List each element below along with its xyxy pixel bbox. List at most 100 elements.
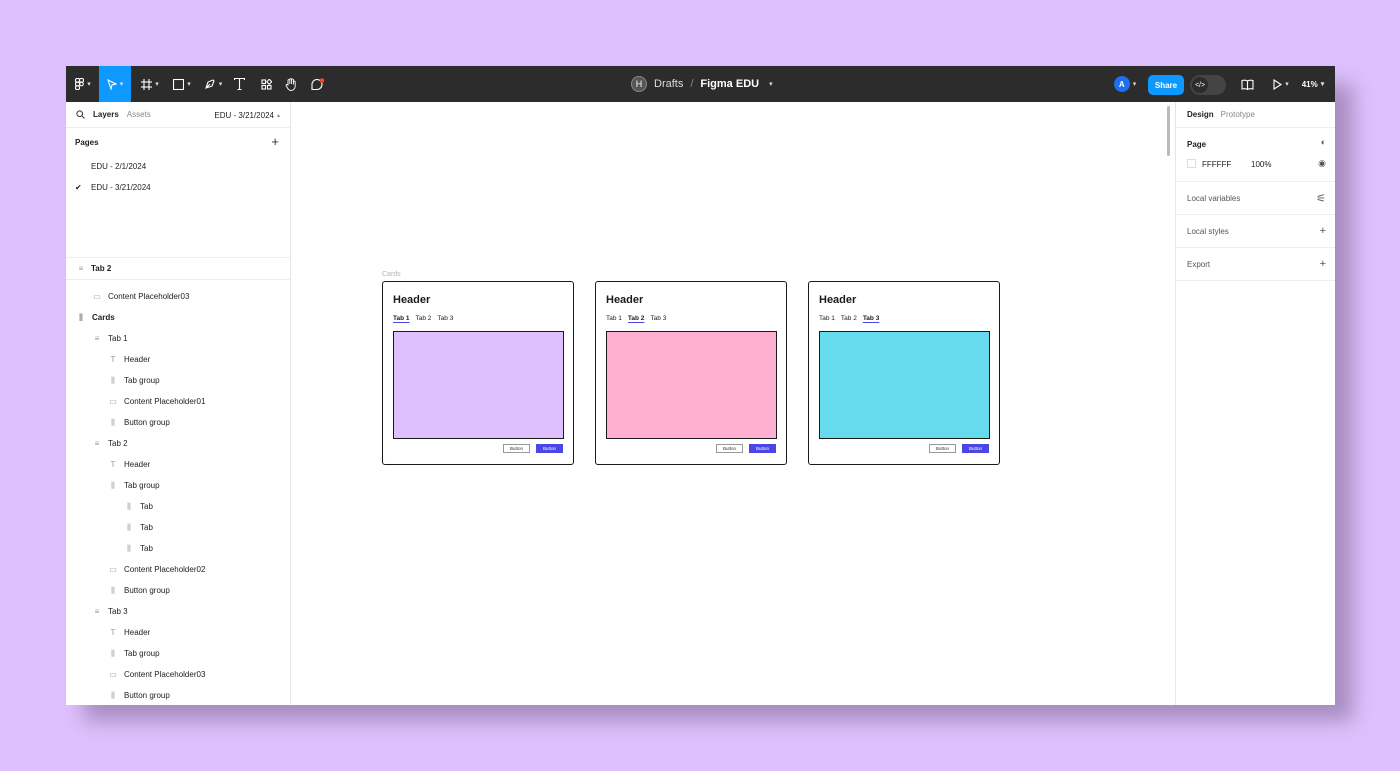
dev-mode-toggle[interactable]: </> — [1190, 75, 1226, 95]
card-header: Header — [819, 294, 857, 306]
primary-button[interactable]: Button — [536, 444, 563, 453]
card-tab[interactable]: Tab 2 — [416, 315, 432, 322]
avatar: A — [1113, 76, 1130, 92]
layer-item[interactable]: ▭ Content Placeholder03 — [66, 286, 189, 307]
layer-item[interactable]: ⫼ Tab group — [66, 475, 159, 496]
chevron-down-icon[interactable]: ▾ — [769, 80, 773, 88]
card-tab[interactable]: Tab 3 — [650, 315, 666, 322]
secondary-button[interactable]: Button — [503, 444, 530, 453]
card-tab[interactable]: Tab 1 — [819, 315, 835, 322]
layer-item[interactable]: ≡ Tab 2 — [66, 433, 128, 454]
auto-layout-vertical-icon: ≡ — [94, 439, 100, 448]
layer-item[interactable]: ▭ Content Placeholder02 — [66, 559, 205, 580]
tab-design[interactable]: Design — [1187, 110, 1214, 119]
resources-icon — [260, 78, 272, 90]
card-3[interactable]: Header Tab 1 Tab 2 Tab 3 Button Button — [808, 281, 1000, 465]
comment-button[interactable] — [309, 66, 327, 102]
canvas[interactable]: Cards Header Tab 1 Tab 2 Tab 3 Button Bu… — [291, 102, 1175, 705]
card-tab[interactable]: Tab 1 — [393, 315, 410, 322]
zoom-menu[interactable]: 41% ▾ — [1296, 66, 1330, 102]
user-menu[interactable]: A ▾ — [1110, 66, 1140, 102]
tab-prototype[interactable]: Prototype — [1221, 110, 1255, 119]
add-page-icon[interactable]: + — [271, 134, 279, 149]
layer-item[interactable]: ⫼ Tab — [66, 496, 153, 517]
breadcrumb-project[interactable]: Drafts — [654, 78, 683, 90]
content-placeholder — [819, 331, 990, 439]
frame-tool-button[interactable]: ▾ — [136, 66, 164, 102]
right-panel-tabs: Design Prototype — [1176, 102, 1335, 128]
layer-item[interactable]: ⫼ Button group — [66, 685, 170, 705]
export-label: Export — [1187, 259, 1211, 269]
breadcrumb-file-name[interactable]: Figma EDU — [700, 78, 759, 90]
layer-item[interactable]: ⫼ Tab — [66, 517, 153, 538]
selected-layer-header[interactable]: ≡ Tab 2 — [66, 257, 290, 280]
color-styles-icon[interactable]: ◐ — [1321, 137, 1326, 147]
layer-item[interactable]: ⫼ Tab — [66, 538, 153, 559]
team-avatar[interactable]: H — [631, 76, 647, 92]
card-tab-group: Tab 1 Tab 2 Tab 3 — [819, 315, 879, 322]
main-menu-button[interactable]: ▾ — [72, 66, 94, 102]
layer-label: Tab 2 — [108, 439, 128, 448]
move-tool-button[interactable]: ▾ — [99, 66, 131, 102]
resources-button[interactable] — [257, 66, 275, 102]
present-icon — [1273, 78, 1283, 90]
chevron-down-icon: ▾ — [218, 81, 223, 88]
page-item[interactable]: EDU - 2/1/2024 — [66, 156, 290, 177]
layer-label: Content Placeholder01 — [124, 397, 206, 406]
layer-item[interactable]: ⫼ Cards — [66, 307, 115, 328]
primary-button[interactable]: Button — [749, 444, 776, 453]
secondary-button[interactable]: Button — [929, 444, 956, 453]
color-swatch[interactable] — [1187, 159, 1196, 168]
chevron-down-icon: ▾ — [155, 81, 159, 88]
layer-item[interactable]: T Header — [66, 349, 151, 370]
current-page-label: EDU - 3/21/2024 — [214, 110, 274, 120]
shape-tool-button[interactable]: ▾ — [168, 66, 196, 102]
plus-icon[interactable]: + — [1320, 258, 1326, 270]
layer-item[interactable]: ⫼ Tab group — [66, 370, 159, 391]
primary-button[interactable]: Button — [962, 444, 989, 453]
export-row[interactable]: Export + — [1187, 248, 1335, 280]
frame-label[interactable]: Cards — [382, 271, 401, 278]
layer-item[interactable]: T Header — [66, 622, 151, 643]
plus-icon[interactable]: + — [1320, 225, 1326, 237]
text-tool-button[interactable] — [230, 66, 248, 102]
secondary-button[interactable]: Button — [716, 444, 743, 453]
card-tab[interactable]: Tab 2 — [628, 315, 645, 322]
layer-item[interactable]: ▭ Content Placeholder01 — [66, 391, 205, 412]
card-tab[interactable]: Tab 2 — [841, 315, 857, 322]
local-variables-row[interactable]: Local variables ⚟ — [1187, 182, 1335, 214]
layer-label: Button group — [124, 691, 170, 700]
layer-item[interactable]: ▭ Content Placeholder03 — [66, 664, 205, 685]
chevron-down-icon: ▾ — [119, 81, 124, 88]
card-2[interactable]: Header Tab 1 Tab 2 Tab 3 Button Button — [595, 281, 787, 465]
auto-layout-horizontal-icon: ⫼ — [111, 690, 115, 700]
share-button[interactable]: Share — [1148, 75, 1184, 95]
layer-item[interactable]: T Header — [66, 454, 151, 475]
page-bg-color[interactable]: FFFFFF — [1202, 160, 1231, 169]
canvas-scrollbar[interactable] — [1167, 106, 1170, 156]
card-tab[interactable]: Tab 3 — [863, 315, 880, 322]
page-selector[interactable]: EDU - 3/21/2024 ▴ — [214, 102, 280, 128]
card-tab[interactable]: Tab 3 — [437, 315, 453, 322]
layer-item[interactable]: ⫼ Tab group — [66, 643, 159, 664]
layer-item[interactable]: ⫼ Button group — [66, 412, 170, 433]
present-button[interactable]: ▾ — [1269, 66, 1293, 102]
tab-layers[interactable]: Layers — [93, 110, 119, 119]
sliders-icon: ⚟ — [1316, 192, 1326, 205]
page-item-current[interactable]: ✔ EDU - 3/21/2024 — [66, 177, 290, 198]
layer-item[interactable]: ≡ Tab 3 — [66, 601, 128, 622]
layer-item[interactable]: ≡ Tab 1 — [66, 328, 128, 349]
pen-tool-button[interactable]: ▾ — [199, 66, 227, 102]
library-button[interactable] — [1238, 66, 1256, 102]
local-styles-row[interactable]: Local styles + — [1187, 215, 1335, 247]
eye-icon[interactable]: ◉ — [1318, 158, 1326, 169]
layer-item[interactable]: ⫼ Button group — [66, 580, 170, 601]
hand-tool-button[interactable] — [282, 66, 300, 102]
tab-assets[interactable]: Assets — [127, 110, 151, 119]
auto-layout-horizontal-icon: ⫼ — [79, 312, 83, 322]
card-header: Header — [393, 294, 431, 306]
page-bg-opacity[interactable]: 100% — [1251, 160, 1271, 169]
card-1[interactable]: Header Tab 1 Tab 2 Tab 3 Button Button — [382, 281, 574, 465]
card-tab[interactable]: Tab 1 — [606, 315, 622, 322]
search-icon[interactable] — [76, 110, 85, 119]
